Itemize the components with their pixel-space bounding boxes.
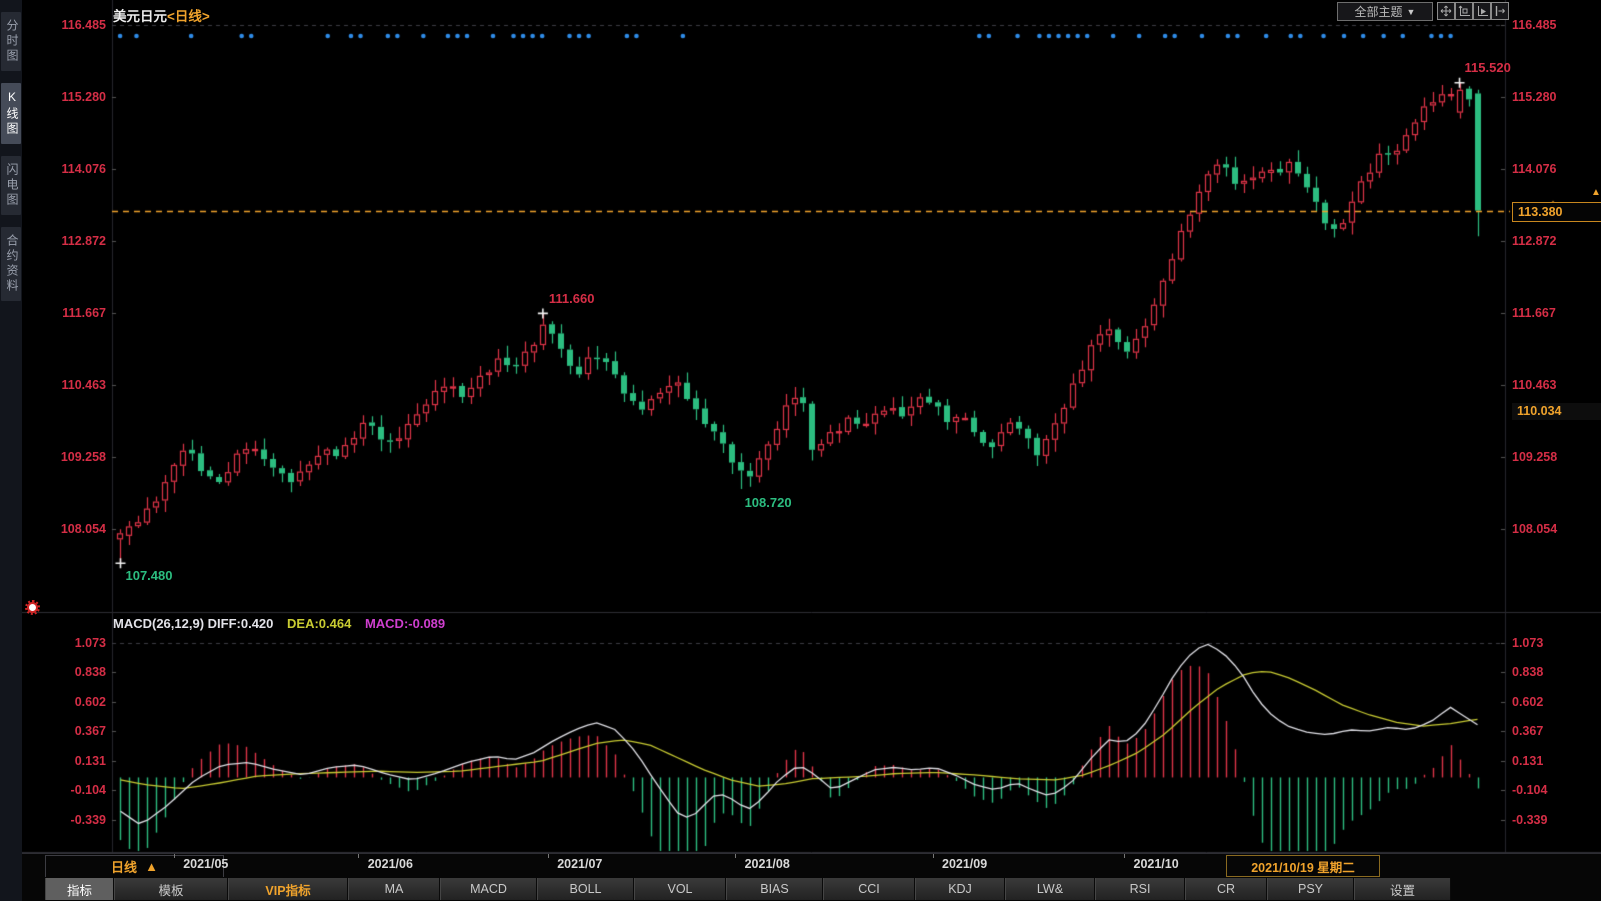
triangle-up-icon: ▲ xyxy=(145,859,158,874)
macd-axis-label-left: -0.339 xyxy=(34,812,106,828)
macd-axis-label-right: -0.339 xyxy=(1512,812,1547,828)
price-marker-label: 108.720 xyxy=(745,495,792,510)
axis-zoom-out-icon[interactable] xyxy=(1455,2,1473,20)
macd-axis-label-left: 0.367 xyxy=(34,723,106,739)
sidebar-tab-3[interactable]: 闪电图 xyxy=(1,156,21,215)
price-axis-label-right: 115.280 xyxy=(1512,89,1557,105)
price-axis-label-right: 116.485 xyxy=(1512,17,1557,33)
symbol-name: 美元日元 xyxy=(113,9,167,24)
chart-canvas[interactable] xyxy=(0,0,1601,901)
month-label: 2021/10 xyxy=(1134,857,1179,871)
toolbar-item-设置[interactable]: 设置 xyxy=(1354,878,1451,900)
date-axis: 日线 ▲ 2021/10/19 星期二 2021/05 2021/06 2021/0… xyxy=(22,853,1601,878)
toolbar-item-RSI[interactable]: RSI xyxy=(1095,878,1185,900)
toolbar-item-PSY[interactable]: PSY xyxy=(1267,878,1354,900)
price-axis-label-right: 110.463 xyxy=(1512,377,1557,393)
price-marker-label: 111.660 xyxy=(549,291,595,306)
month-label: 2021/08 xyxy=(745,857,790,871)
indicator-toolbar: 指标模板VIP指标MAMACDBOLLVOLBIASCCIKDJLW&RSICR… xyxy=(22,877,1601,901)
toolbar-item-BIAS[interactable]: BIAS xyxy=(726,878,823,900)
price-axis-label-left: 115.280 xyxy=(34,89,106,105)
month-label: 2021/07 xyxy=(557,857,602,871)
toolbar-item-VIP指标[interactable]: VIP指标 xyxy=(228,878,348,900)
month-label: 2021/06 xyxy=(368,857,413,871)
period-label: 日线 xyxy=(111,857,137,876)
macd-params-diff: MACD(26,12,9) DIFF:0.420 xyxy=(113,616,273,631)
price-axis-label-left: 111.667 xyxy=(34,305,106,321)
price-axis-label-left: 114.076 xyxy=(34,161,106,177)
toolbar-item-MACD[interactable]: MACD xyxy=(440,878,537,900)
toolbar-item-BOLL[interactable]: BOLL xyxy=(537,878,634,900)
indicator-alert-icon xyxy=(29,604,36,611)
left-sidebar: 分时图 K线图闪电图合约资料 xyxy=(0,0,22,901)
price-axis-label-left: 108.054 xyxy=(34,521,106,537)
macd-header: MACD(26,12,9) DIFF:0.420 DEA:0.464 MACD:… xyxy=(113,616,455,631)
month-tick xyxy=(358,854,359,858)
price-axis-label-left: 110.463 xyxy=(34,377,106,393)
theme-dropdown-label: 全部主题 xyxy=(1355,3,1403,20)
macd-axis-label-left: 0.602 xyxy=(34,694,106,710)
period-tag: <日线> xyxy=(167,9,210,24)
cost-price-label: 110.034 xyxy=(1512,403,1601,420)
macd-axis-label-right: 0.131 xyxy=(1512,753,1543,769)
toolbar-item-CCI[interactable]: CCI xyxy=(823,878,915,900)
macd-axis-label-left: 0.131 xyxy=(34,753,106,769)
pan-icon[interactable] xyxy=(1437,2,1455,20)
macd-axis-label-right: -0.104 xyxy=(1512,782,1547,798)
price-axis-label-left: 112.872 xyxy=(34,233,106,249)
toolbar-item-MA[interactable]: MA xyxy=(348,878,440,900)
sidebar-tab-4[interactable]: 合约资料 xyxy=(1,227,21,301)
toolbar-item-CR[interactable]: CR xyxy=(1185,878,1267,900)
price-axis-label-left: 116.485 xyxy=(34,17,106,33)
price-axis-label-right: 111.667 xyxy=(1512,305,1556,321)
toolbar-item-LW&[interactable]: LW& xyxy=(1005,878,1095,900)
chevron-down-icon: ▼ xyxy=(1407,7,1416,17)
toolbar-item-指标[interactable]: 指标 xyxy=(45,878,114,900)
macd-axis-label-right: 0.838 xyxy=(1512,664,1543,680)
macd-axis-label-left: 1.073 xyxy=(34,635,106,651)
chart-title: 美元日元<日线> xyxy=(113,5,210,25)
theme-dropdown[interactable]: 全部主题 ▼ xyxy=(1337,2,1433,21)
toolbar-item-VOL[interactable]: VOL xyxy=(634,878,726,900)
price-axis-label-right: 108.054 xyxy=(1512,521,1557,537)
month-label: 2021/09 xyxy=(942,857,987,871)
toolbar-item-KDJ[interactable]: KDJ xyxy=(915,878,1005,900)
toolbar-item-模板[interactable]: 模板 xyxy=(114,878,228,900)
month-tick xyxy=(933,854,934,858)
month-tick xyxy=(735,854,736,858)
price-axis-label-right: 109.258 xyxy=(1512,449,1557,465)
price-marker-label: 115.520 xyxy=(1465,60,1511,75)
macd-axis-label-right: 0.602 xyxy=(1512,694,1543,710)
month-tick xyxy=(174,854,175,858)
macd-macd-value: MACD:-0.089 xyxy=(365,616,445,631)
macd-axis-label-left: 0.838 xyxy=(34,664,106,680)
macd-axis-label-left: -0.104 xyxy=(34,782,106,798)
macd-axis-label-right: 1.073 xyxy=(1512,635,1543,651)
axis-play-icon[interactable] xyxy=(1473,2,1491,20)
price-up-arrow-icon: ▲ xyxy=(1591,187,1601,198)
sidebar-tab-2[interactable]: K线图 xyxy=(1,83,21,144)
kline-window: 分时图 K线图闪电图合约资料 美元日元<日线> 全部主题 ▼ MACD(26,12… xyxy=(0,0,1601,901)
month-tick xyxy=(548,854,549,858)
current-price-box: 113.380 xyxy=(1512,202,1601,222)
month-label: 2021/05 xyxy=(183,857,228,871)
price-axis-label-right: 112.872 xyxy=(1512,233,1557,249)
expand-right-icon[interactable] xyxy=(1491,2,1509,20)
last-date-label: 2021/10/19 星期二 xyxy=(1226,855,1380,877)
macd-axis-label-right: 0.367 xyxy=(1512,723,1543,739)
macd-dea-value: DEA:0.464 xyxy=(287,616,351,631)
price-axis-label-right: 114.076 xyxy=(1512,161,1557,177)
price-marker-label: 107.480 xyxy=(125,568,172,583)
month-tick xyxy=(1124,854,1125,858)
sidebar-tab-1[interactable]: 分时图 xyxy=(1,12,21,71)
price-axis-label-left: 109.258 xyxy=(34,449,106,465)
